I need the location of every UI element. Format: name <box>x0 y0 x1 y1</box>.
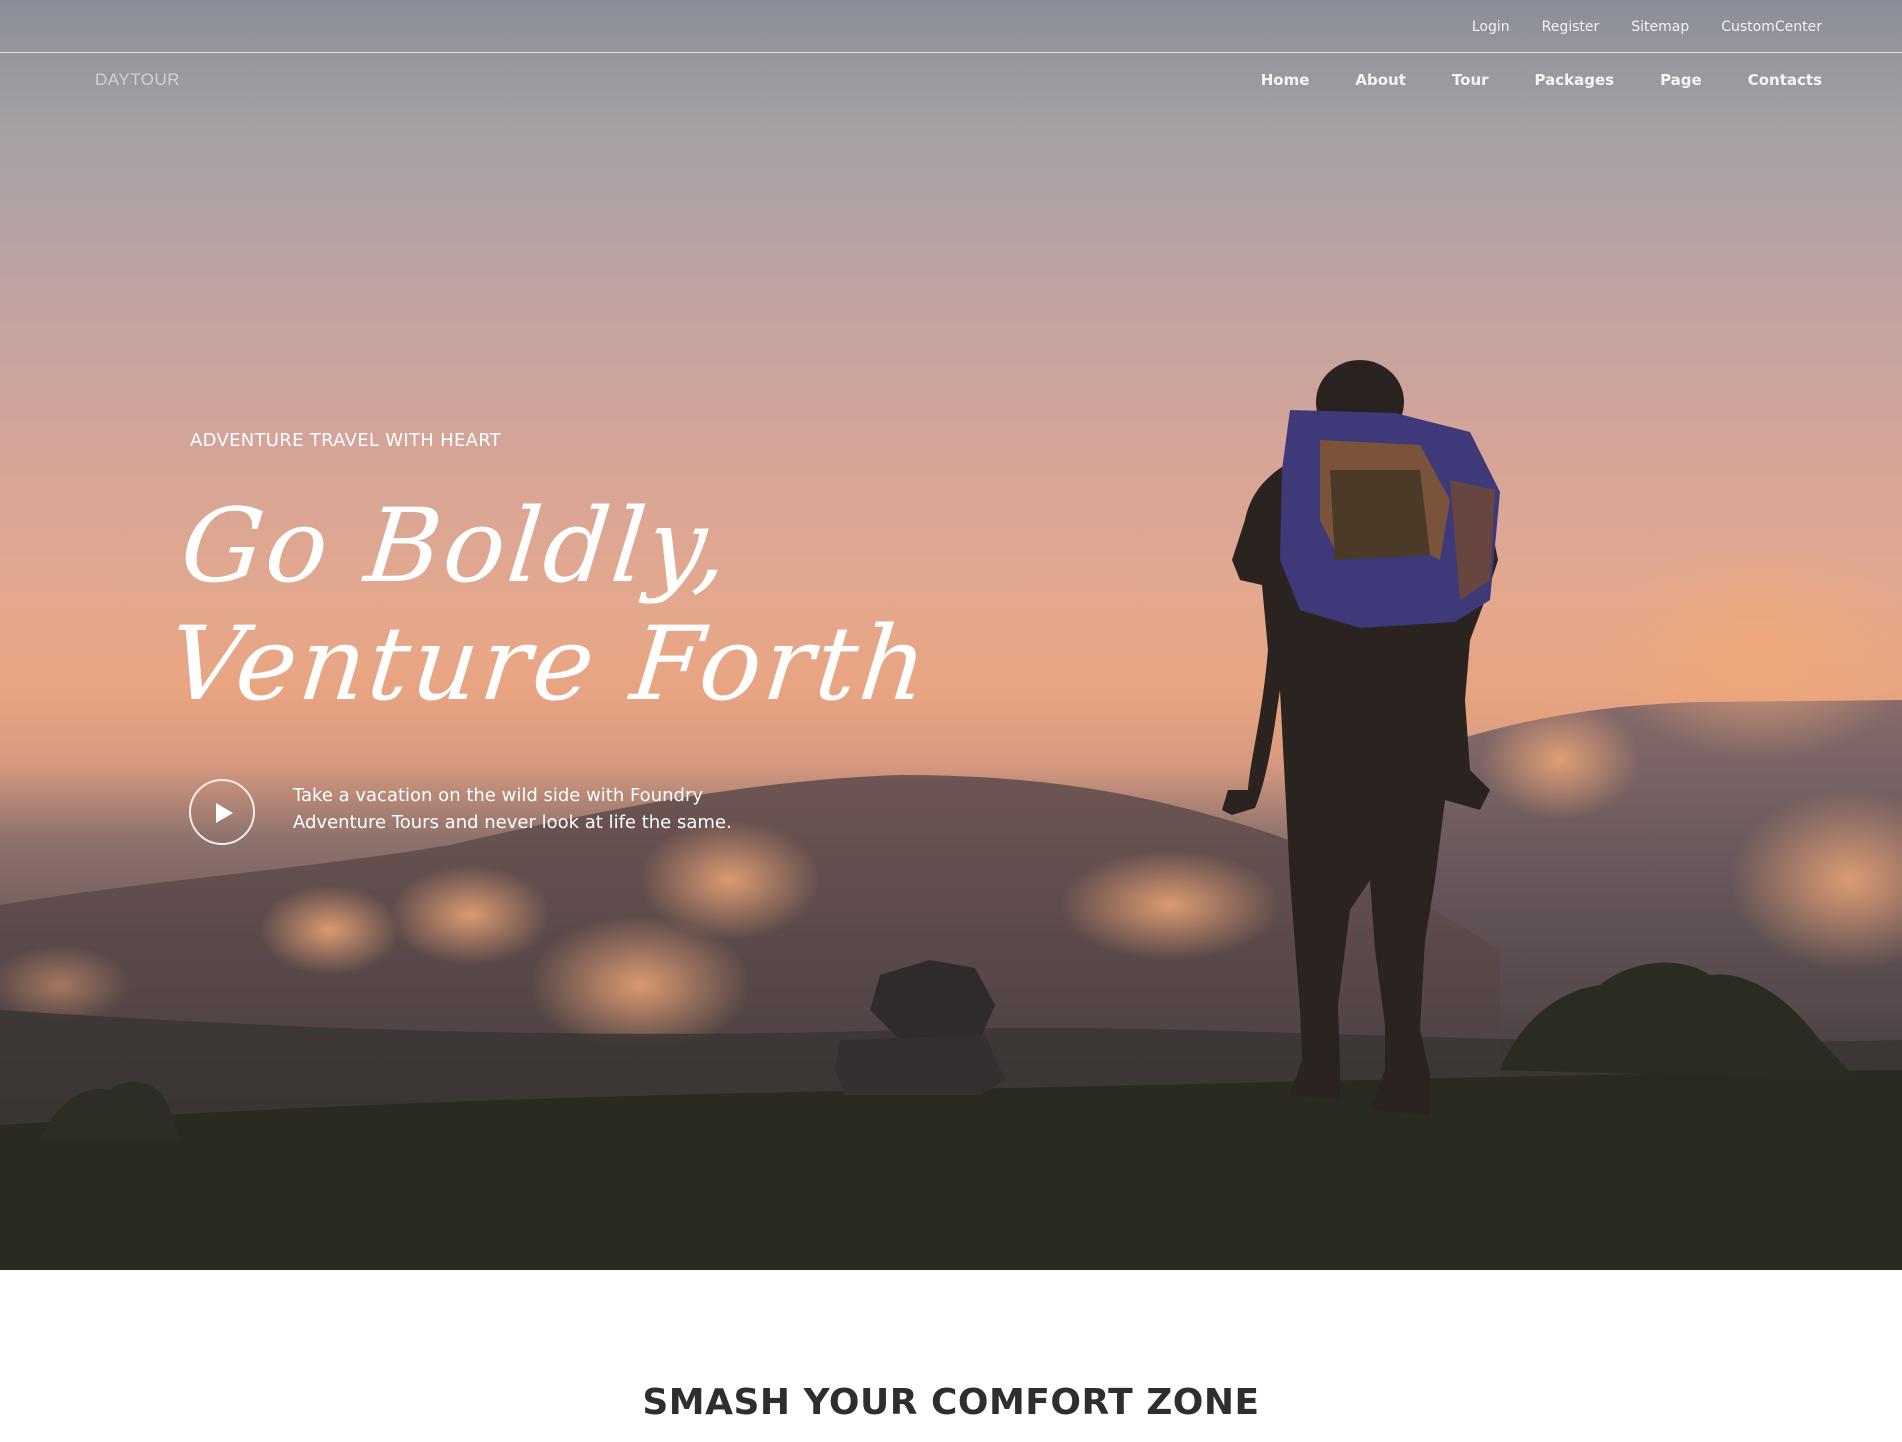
nav-item-contacts[interactable]: Contacts <box>1748 71 1822 89</box>
utility-bar: Login Register Sitemap CustomCenter <box>0 0 1902 53</box>
hero-headline-line2: Venture Forth <box>163 605 936 724</box>
hero-headline-line1: Go Boldly, <box>175 487 737 606</box>
play-icon <box>216 803 233 823</box>
play-video-button[interactable] <box>189 779 255 845</box>
hero-headline: Go Boldly, Venture Forth <box>163 487 936 724</box>
nav-item-page[interactable]: Page <box>1660 71 1702 89</box>
main-nav: Home About Tour Packages Page Contacts <box>1261 71 1822 89</box>
utility-links: Login Register Sitemap CustomCenter <box>1472 19 1822 35</box>
register-link[interactable]: Register <box>1542 19 1600 35</box>
nav-item-packages[interactable]: Packages <box>1535 71 1615 89</box>
sitemap-link[interactable]: Sitemap <box>1631 19 1689 35</box>
login-link[interactable]: Login <box>1472 19 1510 35</box>
custom-center-link[interactable]: CustomCenter <box>1721 19 1822 35</box>
site-logo[interactable]: DAYTOUR <box>95 70 180 90</box>
nav-item-home[interactable]: Home <box>1261 71 1310 89</box>
nav-item-about[interactable]: About <box>1355 71 1406 89</box>
section-title: SMASH YOUR COMFORT ZONE <box>642 1382 1260 1423</box>
nav-item-tour[interactable]: Tour <box>1452 71 1489 89</box>
hero-section: Login Register Sitemap CustomCenter DAYT… <box>0 0 1902 1270</box>
hero-eyebrow: ADVENTURE TRAVEL WITH HEART <box>190 430 502 451</box>
hero-description: Take a vacation on the wild side with Fo… <box>293 785 732 833</box>
